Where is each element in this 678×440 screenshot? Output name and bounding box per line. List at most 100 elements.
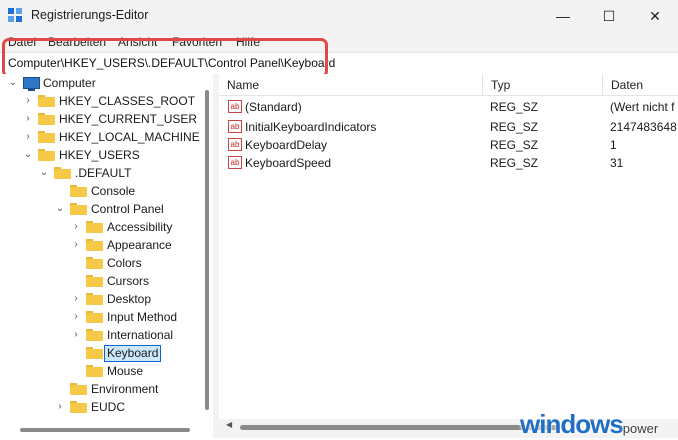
folder-icon [86, 221, 103, 233]
tree-item-eudc[interactable]: › EUDC [0, 398, 213, 416]
tree-label: Console [91, 184, 136, 198]
value-row[interactable]: ab (Standard) REG_SZ (Wert nicht f [219, 98, 678, 116]
tree-horizontal-scroll-thumb[interactable] [20, 428, 190, 432]
values-horizontal-scroll-thumb[interactable] [240, 425, 560, 430]
value-row[interactable]: ab InitialKeyboardIndicators REG_SZ 2147… [219, 118, 678, 136]
tree-label: Appearance [107, 238, 172, 252]
windowspower-logo: windowspower [520, 409, 658, 440]
chevron-down-icon[interactable]: ⌄ [55, 200, 65, 218]
tree-label: Mouse [107, 364, 144, 378]
tree-item-hkey-users[interactable]: ⌄ HKEY_USERS [0, 146, 213, 164]
tree-label: Cursors [107, 274, 150, 288]
folder-icon [38, 113, 55, 125]
value-row[interactable]: ab KeyboardSpeed REG_SZ 31 [219, 154, 678, 172]
folder-icon [86, 293, 103, 305]
tree-label: EUDC [91, 400, 126, 414]
value-name: InitialKeyboardIndicators [245, 120, 377, 134]
chevron-right-icon[interactable]: › [23, 92, 33, 110]
value-name: KeyboardDelay [245, 138, 328, 152]
logo-text: windows [520, 409, 624, 439]
chevron-down-icon[interactable]: ⌄ [8, 74, 18, 92]
string-value-icon: ab [228, 156, 242, 169]
highlight-annotation [2, 38, 328, 78]
chevron-right-icon[interactable]: › [71, 236, 81, 254]
tree-label: Input Method [107, 310, 178, 324]
maximize-button[interactable]: ☐ [586, 0, 632, 32]
tree-label: Control Panel [91, 202, 164, 216]
chevron-down-icon[interactable]: ⌄ [39, 164, 49, 182]
tree-label: Colors [107, 256, 142, 270]
tree-item-desktop[interactable]: › Desktop [0, 290, 213, 308]
tree-item-international[interactable]: › International [0, 326, 213, 344]
chevron-right-icon[interactable]: › [71, 290, 81, 308]
value-type: REG_SZ [490, 100, 539, 114]
values-list[interactable]: Name Typ Daten ab (Standard) REG_SZ (Wer… [219, 74, 678, 438]
tree-label: HKEY_CLASSES_ROOT [59, 94, 196, 108]
key-tree[interactable]: ⌄ Computer › HKEY_CLASSES_ROOT › HKEY_CU… [0, 74, 213, 438]
tree-item-accessibility[interactable]: › Accessibility [0, 218, 213, 236]
value-type: REG_SZ [490, 138, 539, 152]
folder-icon [86, 365, 103, 377]
folder-open-icon [54, 167, 71, 179]
close-button[interactable]: ✕ [632, 0, 678, 32]
scroll-left-icon[interactable]: ◀ [226, 420, 232, 429]
chevron-right-icon[interactable]: › [71, 218, 81, 236]
value-data: 2147483648 [610, 120, 677, 134]
value-name: (Standard) [245, 100, 302, 114]
tree-label: .DEFAULT [75, 166, 132, 180]
column-header-data[interactable]: Daten [603, 74, 678, 96]
tree-item-console[interactable]: Console [0, 182, 213, 200]
value-row[interactable]: ab KeyboardDelay REG_SZ 1 [219, 136, 678, 154]
tree-label: Environment [91, 382, 159, 396]
value-type: REG_SZ [490, 156, 539, 170]
folder-icon [38, 131, 55, 143]
window-title: Registrierungs-Editor [31, 8, 149, 22]
tree-label: HKEY_CURRENT_USER [59, 112, 198, 126]
chevron-right-icon[interactable]: › [23, 128, 33, 146]
minimize-button[interactable]: — [540, 0, 586, 32]
tree-item-hkey-current-user[interactable]: › HKEY_CURRENT_USER [0, 110, 213, 128]
chevron-down-icon[interactable]: ⌄ [23, 146, 33, 164]
tree-item-hkey-local-machine[interactable]: › HKEY_LOCAL_MACHINE [0, 128, 213, 146]
folder-icon [70, 401, 87, 413]
folder-open-icon [38, 149, 55, 161]
tree-label: Computer [43, 76, 96, 90]
folder-icon [86, 239, 103, 251]
tree-label: International [107, 328, 174, 342]
tree-item-input-method[interactable]: › Input Method [0, 308, 213, 326]
logo-suffix: power [622, 421, 659, 436]
string-value-icon: ab [228, 138, 242, 151]
chevron-right-icon[interactable]: › [55, 398, 65, 416]
tree-item-appearance[interactable]: › Appearance [0, 236, 213, 254]
tree-item-mouse[interactable]: Mouse [0, 362, 213, 380]
tree-label: Desktop [107, 292, 152, 306]
tree-item-cursors[interactable]: Cursors [0, 272, 213, 290]
folder-icon [38, 95, 55, 107]
folder-icon [86, 275, 103, 287]
folder-icon [70, 185, 87, 197]
folder-icon [86, 329, 103, 341]
title-bar: Registrierungs-Editor — ☐ ✕ [0, 0, 678, 32]
chevron-right-icon[interactable]: › [71, 308, 81, 326]
tree-item-environment[interactable]: Environment [0, 380, 213, 398]
chevron-right-icon[interactable]: › [23, 110, 33, 128]
chevron-right-icon[interactable]: › [71, 326, 81, 344]
tree-label: Accessibility [107, 220, 173, 234]
column-header-name[interactable]: Name [219, 74, 483, 96]
folder-icon [86, 311, 103, 323]
tree-item-colors[interactable]: Colors [0, 254, 213, 272]
tree-vertical-scroll-thumb[interactable] [205, 90, 209, 410]
tree-item-hkey-classes-root[interactable]: › HKEY_CLASSES_ROOT [0, 92, 213, 110]
tree-label-selected: Keyboard [104, 345, 162, 362]
tree-item-default[interactable]: ⌄ .DEFAULT [0, 164, 213, 182]
folder-icon [86, 347, 103, 359]
value-data: 1 [610, 138, 617, 152]
folder-open-icon [70, 203, 87, 215]
tree-item-computer[interactable]: ⌄ Computer [0, 74, 213, 92]
tree-label: HKEY_LOCAL_MACHINE [59, 130, 200, 144]
string-value-icon: ab [228, 120, 242, 133]
tree-item-keyboard[interactable]: Keyboard [0, 344, 213, 362]
column-header-type[interactable]: Typ [483, 74, 603, 96]
tree-item-control-panel[interactable]: ⌄ Control Panel [0, 200, 213, 218]
computer-icon [23, 77, 40, 91]
